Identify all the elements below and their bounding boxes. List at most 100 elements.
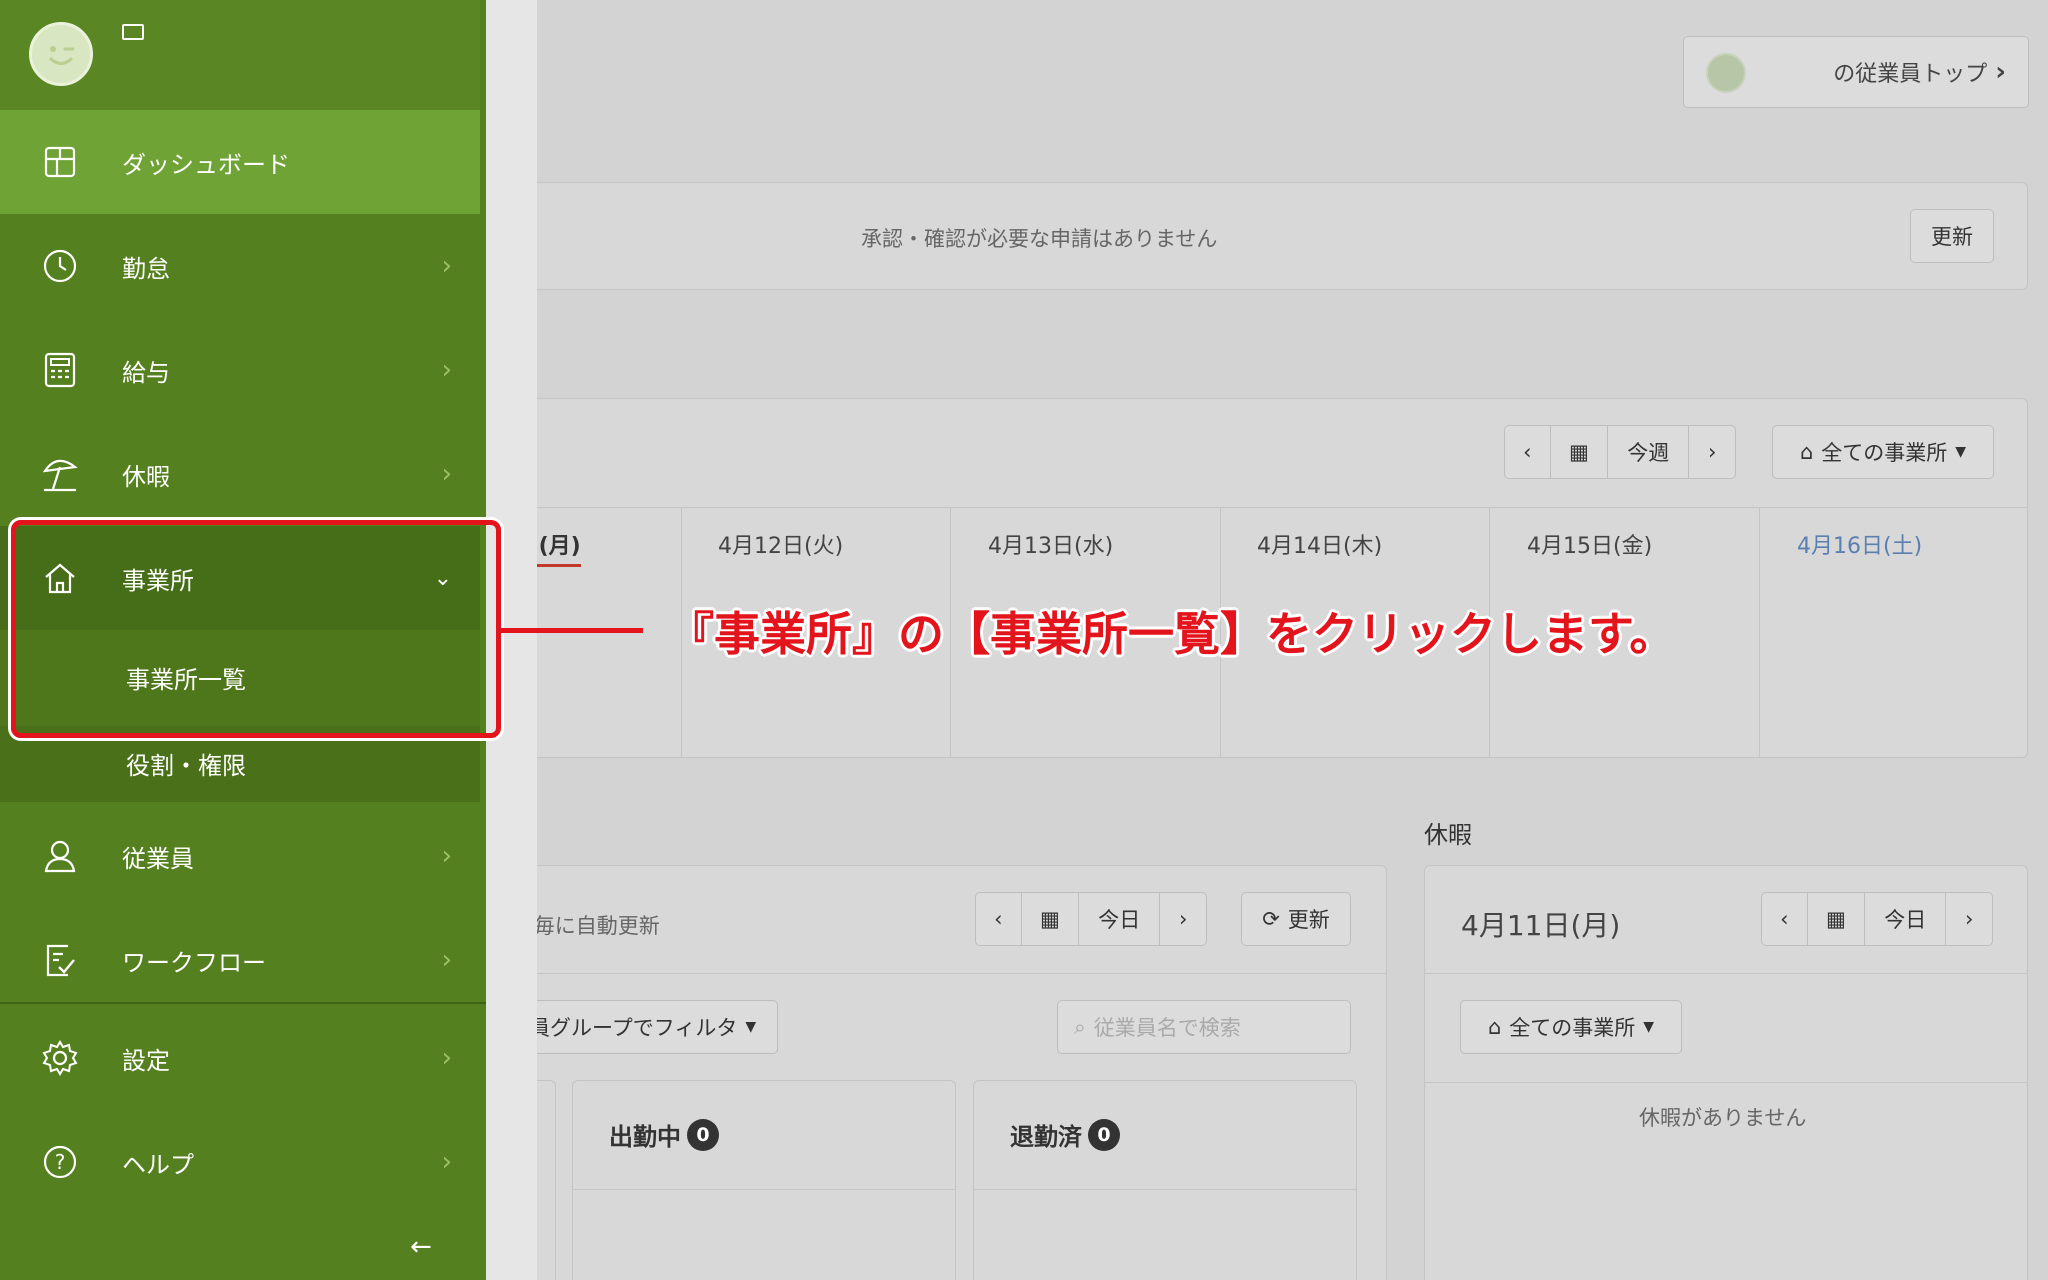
- id-card-icon[interactable]: [122, 24, 144, 40]
- next-day-button[interactable]: ›: [1946, 893, 1992, 945]
- left-count-badge: 0: [1088, 1118, 1120, 1151]
- caret-down-icon: ▼: [1955, 444, 1967, 460]
- approvals-refresh-button[interactable]: 更新: [1910, 209, 1994, 263]
- collapse-sidebar-icon[interactable]: ←: [410, 1232, 432, 1262]
- refresh-label: 更新: [1931, 225, 1973, 249]
- working-panel: 出勤中 0: [572, 1080, 956, 1280]
- this-week-button[interactable]: 今週: [1608, 426, 1690, 478]
- sidebar-item-label: ダッシュボード: [122, 150, 290, 179]
- leave-day-navigator: ‹ ▦ 今日 ›: [1761, 892, 1993, 946]
- chevron-right-icon: ›: [441, 459, 452, 489]
- gear-icon: [40, 1038, 80, 1078]
- prev-day-button[interactable]: ‹: [976, 893, 1022, 945]
- sidebar-item-settings[interactable]: 設定 ›: [0, 1006, 480, 1110]
- next-day-button[interactable]: ›: [1160, 893, 1206, 945]
- user-icon: [40, 836, 80, 876]
- home-icon: ⌂: [1799, 440, 1814, 464]
- day-header[interactable]: 4月15日(金): [1527, 528, 1652, 560]
- day-header[interactable]: 4月14日(木): [1257, 528, 1382, 560]
- day-header[interactable]: 4月12日(火): [718, 528, 843, 560]
- day-column-divider: [1759, 508, 1760, 758]
- chevron-right-icon: ›: [441, 1147, 452, 1177]
- day-header[interactable]: 4月13日(水): [988, 528, 1113, 560]
- office-filter-dropdown[interactable]: ⌂ 全ての事業所 ▼: [1772, 425, 1994, 479]
- sidebar-subitem-label: 役割・権限: [126, 752, 246, 780]
- chevron-left-icon: ‹: [1523, 440, 1532, 464]
- sidebar-item-label: 設定: [122, 1046, 170, 1075]
- sidebar-item-workflow[interactable]: ワークフロー ›: [0, 908, 480, 1012]
- attendance-refresh-button[interactable]: ⟳ 更新: [1241, 892, 1351, 946]
- calculator-icon: [40, 350, 80, 390]
- calendar-icon[interactable]: ▦: [1022, 893, 1080, 945]
- sidebar-item-payroll[interactable]: 給与 ›: [0, 318, 480, 422]
- working-label: 出勤中: [609, 1123, 681, 1151]
- office-filter-label: 全ての事業所: [1821, 441, 1948, 465]
- chevron-right-icon: ›: [441, 251, 452, 281]
- chevron-right-icon: ›: [441, 1043, 452, 1073]
- prev-week-button[interactable]: ‹: [1505, 426, 1551, 478]
- left-label: 退勤済: [1010, 1123, 1082, 1151]
- divider: [0, 1002, 486, 1004]
- this-week-label: 今週: [1627, 441, 1670, 465]
- sidebar-item-employees[interactable]: 従業員 ›: [0, 804, 480, 908]
- caret-down-icon: ▼: [745, 1019, 757, 1035]
- sidebar-item-label: 給与: [122, 358, 170, 387]
- avatar[interactable]: [29, 22, 93, 86]
- working-count-badge: 0: [687, 1118, 719, 1151]
- prev-day-button[interactable]: ‹: [1762, 893, 1808, 945]
- callout-line: [501, 628, 643, 633]
- checklist-icon: [40, 940, 80, 980]
- caret-down-icon: ▼: [1643, 1019, 1655, 1035]
- leave-section-title: 休暇: [1424, 821, 1472, 849]
- divider: [573, 1189, 955, 1190]
- employee-search-input[interactable]: ⌕ 従業員名で検索: [1057, 1000, 1351, 1054]
- today-label: 今日: [1098, 908, 1141, 932]
- search-placeholder: 従業員名で検索: [1093, 1016, 1241, 1040]
- chevron-right-icon: ›: [1965, 907, 1974, 931]
- today-button[interactable]: 今日: [1865, 893, 1947, 945]
- chevron-right-icon: ›: [1995, 57, 2006, 87]
- day-header-saturday[interactable]: 4月16日(土): [1797, 528, 1922, 560]
- chevron-right-icon: ›: [1179, 907, 1188, 931]
- chevron-right-icon: ›: [441, 841, 452, 871]
- svg-text:?: ?: [55, 1150, 66, 1174]
- today-button[interactable]: 今日: [1079, 893, 1161, 945]
- next-week-button[interactable]: ›: [1689, 426, 1735, 478]
- sidebar-header: [0, 0, 480, 110]
- sidebar-item-label: 従業員: [122, 844, 194, 873]
- sidebar-item-label: ワークフロー: [122, 948, 266, 977]
- home-icon: ⌂: [1487, 1015, 1502, 1039]
- divider: [480, 973, 1387, 974]
- calendar-icon[interactable]: ▦: [1808, 893, 1866, 945]
- chevron-right-icon: ›: [1708, 440, 1717, 464]
- employee-top-button[interactable]: の従業員トップ ›: [1683, 36, 2029, 108]
- leave-office-filter-dropdown[interactable]: ⌂ 全ての事業所 ▼: [1460, 1000, 1682, 1054]
- day-navigator: ‹ ▦ 今日 ›: [975, 892, 1207, 946]
- sidebar-item-help[interactable]: ? ヘルプ ›: [0, 1110, 480, 1214]
- approvals-message: 承認・確認が必要な申請はありません: [861, 227, 1218, 251]
- refresh-label: 更新: [1287, 908, 1330, 932]
- divider: [1424, 973, 2028, 974]
- divider: [480, 507, 2028, 508]
- divider: [974, 1189, 1356, 1190]
- sidebar-item-label: 休暇: [122, 462, 170, 491]
- employee-top-label: の従業員トップ: [1833, 62, 1988, 87]
- office-filter-label: 全ての事業所: [1509, 1016, 1636, 1040]
- chevron-right-icon: ›: [441, 945, 452, 975]
- chevron-left-icon: ‹: [994, 907, 1003, 931]
- week-navigator: ‹ ▦ 今週 ›: [1504, 425, 1736, 479]
- help-icon: ?: [40, 1142, 80, 1182]
- search-icon: ⌕: [1074, 1014, 1086, 1039]
- clock-icon: [40, 246, 80, 286]
- dashboard-icon: [40, 142, 80, 182]
- chevron-left-icon: ‹: [1780, 907, 1789, 931]
- avatar: [1706, 53, 1746, 93]
- sidebar-item-leave[interactable]: 休暇 ›: [0, 422, 480, 526]
- leave-empty-message: 休暇がありません: [1639, 1106, 1807, 1130]
- sidebar-item-attendance[interactable]: 勤怠 ›: [0, 214, 480, 318]
- sidebar-item-label: 勤怠: [122, 254, 170, 283]
- sidebar-item-dashboard[interactable]: ダッシュボード: [0, 110, 480, 214]
- calendar-icon[interactable]: ▦: [1551, 426, 1609, 478]
- beach-umbrella-icon: [40, 454, 80, 494]
- today-label: 今日: [1884, 908, 1927, 932]
